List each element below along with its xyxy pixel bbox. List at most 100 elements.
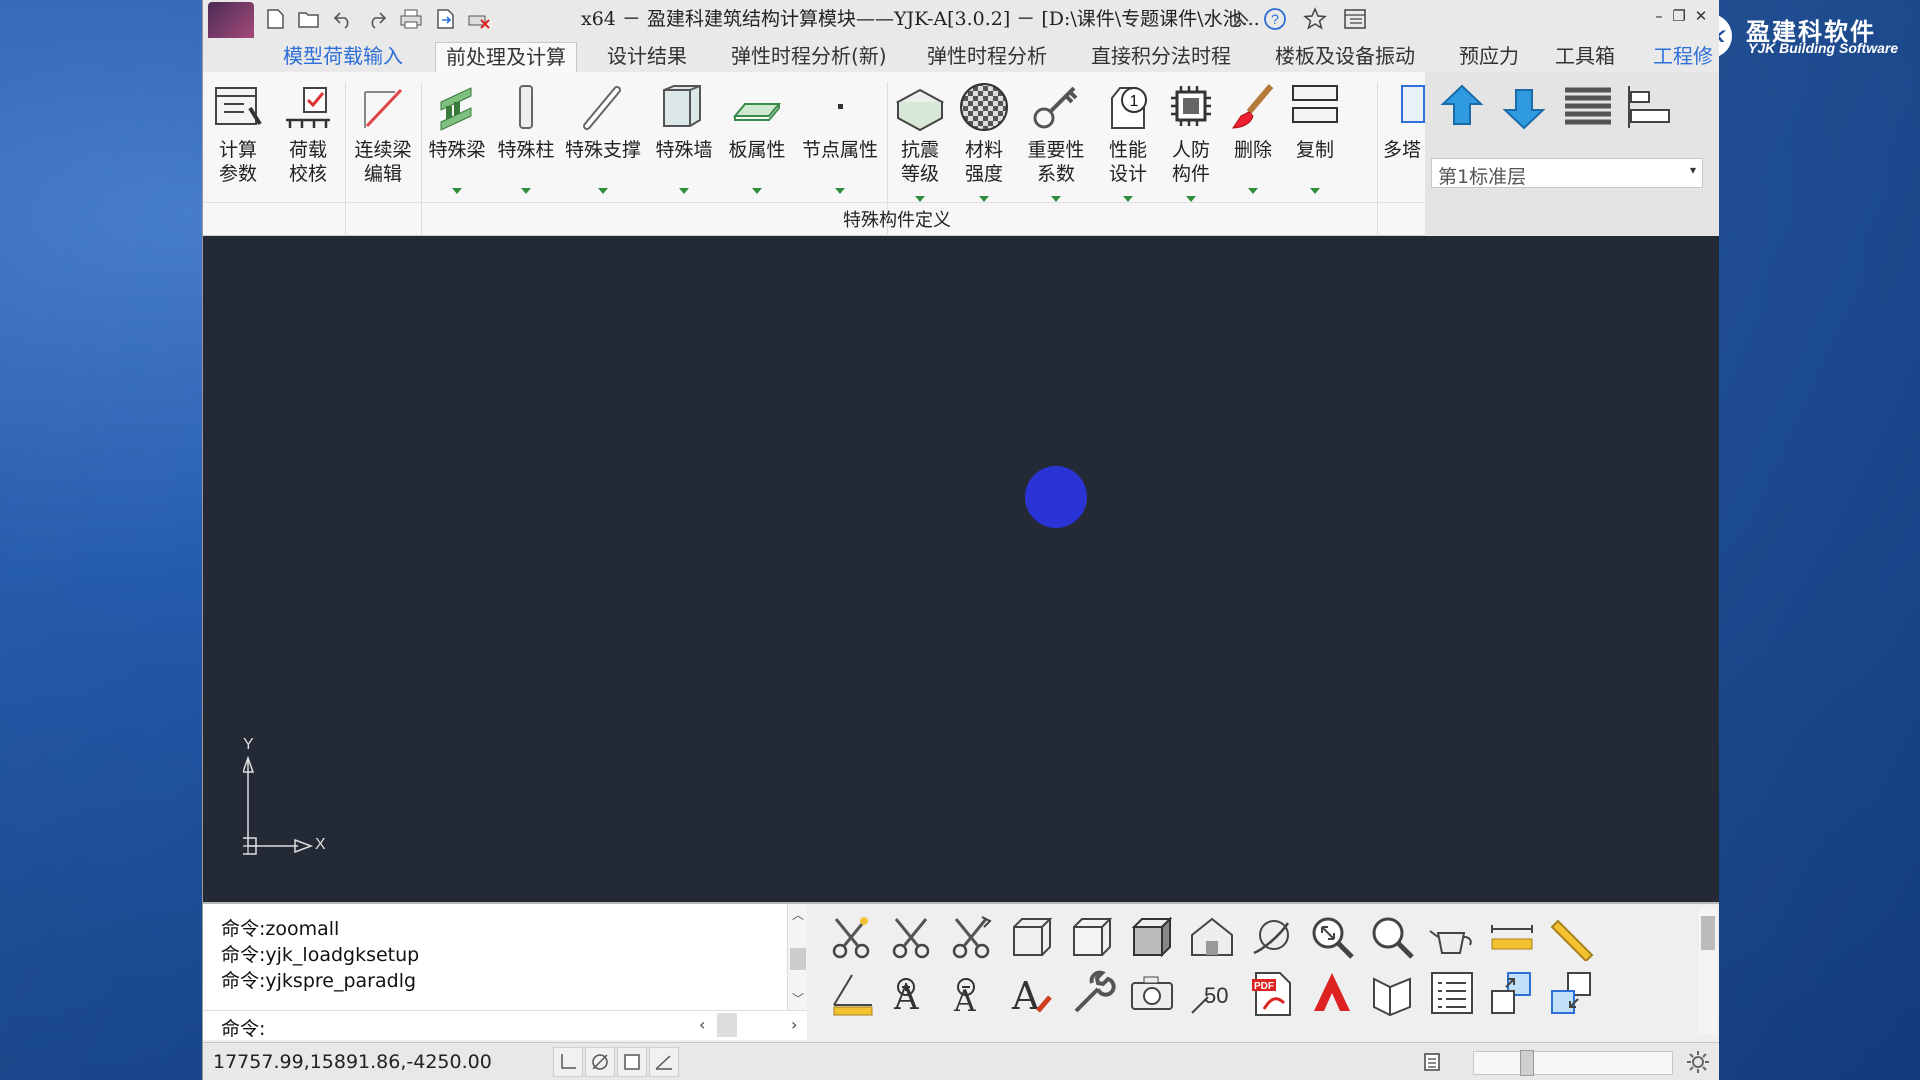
- zoom-slider[interactable]: [1473, 1050, 1673, 1076]
- autocad-icon[interactable]: [1305, 966, 1359, 1020]
- polar-tracking-icon[interactable]: [649, 1047, 679, 1077]
- tab-preprocess-calc[interactable]: 前处理及计算: [435, 42, 577, 72]
- close-button[interactable]: ✕: [1691, 6, 1711, 26]
- close-print-icon[interactable]: [465, 6, 493, 32]
- floor-down-icon[interactable]: [1499, 82, 1549, 132]
- ruler-icon[interactable]: [1545, 910, 1599, 964]
- zoom-icon[interactable]: [1365, 910, 1419, 964]
- scissors-icon[interactable]: [825, 910, 879, 964]
- calc-params-button[interactable]: 计算 参数: [205, 78, 271, 228]
- command-history-line: 命令:yjkspre_paradlg: [221, 970, 417, 992]
- y-axis-label: Y: [243, 736, 254, 753]
- copy-button[interactable]: 复制: [1285, 78, 1345, 228]
- angle-measure-icon[interactable]: [825, 966, 879, 1020]
- open-folder-icon[interactable]: [295, 6, 323, 32]
- tab-slab-vibration[interactable]: 楼板及设备振动: [1265, 42, 1425, 72]
- special-wall-icon: [657, 80, 711, 134]
- grid-icon[interactable]: [617, 1047, 647, 1077]
- cursor-highlight: [1025, 466, 1087, 528]
- scissors-icon[interactable]: [885, 910, 939, 964]
- x-axis-label: X: [315, 836, 326, 853]
- text-style-icon[interactable]: A: [1005, 966, 1059, 1020]
- command-history-line: 命令:yjk_loadgksetup: [221, 944, 420, 966]
- restore-button[interactable]: ❐: [1669, 6, 1689, 26]
- shaded-cube-icon[interactable]: [1125, 910, 1179, 964]
- title-bar: x64 － 盈建科建筑结构计算模块——YJK-A[3.0.2] － [D:\课件…: [203, 0, 1719, 48]
- svg-text:A: A: [953, 984, 976, 1017]
- delete-button[interactable]: 删除: [1223, 78, 1283, 228]
- tab-model-load-input[interactable]: 模型荷载输入: [273, 42, 413, 72]
- list-report-icon[interactable]: [1425, 966, 1479, 1020]
- material-strength-button[interactable]: 材料 强度: [953, 78, 1015, 228]
- minimize-button[interactable]: –: [1649, 6, 1669, 26]
- importance-factor-button[interactable]: 重要性 系数: [1017, 78, 1095, 228]
- command-input[interactable]: 命令: ‹ ›: [203, 1010, 807, 1040]
- zoom-slider-thumb[interactable]: [1520, 1050, 1534, 1076]
- app-window: x64 － 盈建科建筑结构计算模块——YJK-A[3.0.2] － [D:\课件…: [202, 0, 1719, 1080]
- floor-align-icon[interactable]: [1623, 82, 1677, 132]
- multi-tower-button[interactable]: 多塔: [1379, 78, 1425, 228]
- tab-toolbox[interactable]: 工具箱: [1545, 42, 1625, 72]
- all-floors-icon[interactable]: [1561, 82, 1615, 132]
- special-wall-button[interactable]: 特殊墙: [649, 78, 719, 228]
- chevron-down-icon: ▾: [1689, 163, 1696, 177]
- tab-direct-integration[interactable]: 直接积分法时程: [1081, 42, 1241, 72]
- tab-engineering[interactable]: 工程修: [1643, 42, 1723, 72]
- slab-property-button[interactable]: 板属性: [721, 78, 793, 228]
- star-icon[interactable]: [1301, 5, 1329, 33]
- floor-select[interactable]: 第1标准层 ▾: [1431, 158, 1703, 188]
- tab-elastic-th[interactable]: 弹性时程分析: [917, 42, 1057, 72]
- toolbar-scrollbar[interactable]: [1699, 908, 1717, 1034]
- layout-icon[interactable]: [1417, 1047, 1447, 1077]
- zoom-extents-icon[interactable]: [1305, 910, 1359, 964]
- command-prompt: 命令:: [221, 1018, 266, 1040]
- svg-text:A: A: [1011, 974, 1040, 1017]
- tab-elastic-th-new[interactable]: 弹性时程分析(新): [721, 42, 897, 72]
- export-model-icon[interactable]: [1485, 966, 1539, 1020]
- special-beam-button[interactable]: 特殊梁: [423, 78, 491, 228]
- measure-distance-icon[interactable]: [1485, 910, 1539, 964]
- slab-property-icon: [730, 80, 784, 134]
- view-toolbar: A A A 50 PDF: [825, 910, 1685, 1040]
- box-view-icon[interactable]: [1365, 966, 1419, 1020]
- panel-list-icon[interactable]: [1341, 5, 1369, 33]
- undo-icon[interactable]: [329, 6, 357, 32]
- export-icon[interactable]: [431, 6, 459, 32]
- snap-icon[interactable]: [585, 1047, 615, 1077]
- teapot-icon[interactable]: [1425, 910, 1479, 964]
- hidden-line-cube-icon[interactable]: [1065, 910, 1119, 964]
- command-history-scrollbar[interactable]: ︿ ﹀: [787, 904, 807, 1012]
- print-icon[interactable]: [397, 6, 425, 32]
- scroll-right-icon[interactable]: ›: [791, 1015, 797, 1034]
- special-column-button[interactable]: 特殊柱: [493, 78, 559, 228]
- cursor-coordinates: 17757.99,15891.86,-4250.00: [213, 1051, 492, 1073]
- wireframe-cube-icon[interactable]: [1005, 910, 1059, 964]
- redo-icon[interactable]: [363, 6, 391, 32]
- scissors-icon[interactable]: [945, 910, 999, 964]
- special-brace-button[interactable]: 特殊支撑: [559, 78, 647, 228]
- help-icon[interactable]: ?: [1261, 5, 1289, 33]
- settings-gear-icon[interactable]: [1683, 1047, 1713, 1077]
- ortho-icon[interactable]: [553, 1047, 583, 1077]
- pin-icon[interactable]: [1227, 5, 1255, 33]
- camera-icon[interactable]: [1125, 966, 1179, 1020]
- text-zoom-out-icon[interactable]: A: [945, 966, 999, 1020]
- dimension-scale-icon[interactable]: 50: [1185, 966, 1239, 1020]
- civil-defense-button[interactable]: 人防 构件: [1161, 78, 1221, 228]
- pdf-export-icon[interactable]: PDF: [1245, 966, 1299, 1020]
- home-view-icon[interactable]: [1185, 910, 1239, 964]
- new-file-icon[interactable]: [261, 6, 289, 32]
- floor-up-icon[interactable]: [1437, 82, 1487, 132]
- continuous-beam-button[interactable]: 连续梁 编辑: [347, 78, 419, 228]
- scroll-left-icon[interactable]: ‹: [699, 1015, 705, 1034]
- load-check-button[interactable]: 荷载 校核: [273, 78, 343, 228]
- import-model-icon[interactable]: [1545, 966, 1599, 1020]
- text-zoom-in-icon[interactable]: A: [885, 966, 939, 1020]
- orbit-icon[interactable]: [1245, 910, 1299, 964]
- drawing-viewport[interactable]: Y X: [203, 236, 1719, 902]
- command-history-line: 命令:zoomall: [221, 918, 340, 940]
- tab-prestress[interactable]: 预应力: [1449, 42, 1529, 72]
- tab-design-results[interactable]: 设计结果: [597, 42, 697, 72]
- wrench-icon[interactable]: [1065, 966, 1119, 1020]
- performance-design-button[interactable]: 1 性能 设计: [1097, 78, 1159, 228]
